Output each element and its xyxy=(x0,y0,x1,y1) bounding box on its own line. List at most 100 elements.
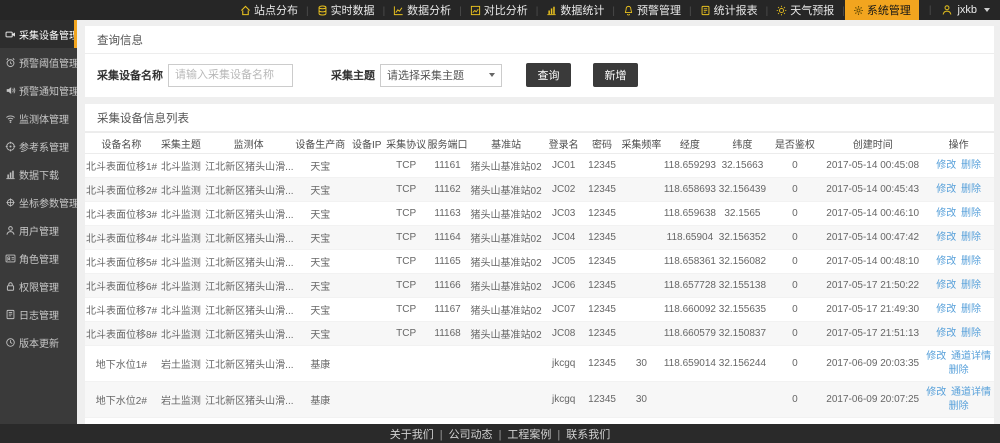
table-cell: JC01 xyxy=(543,154,583,178)
nav-item-realtime-data[interactable]: 实时数据 xyxy=(309,0,383,20)
table-cell: 北斗表面位移6# xyxy=(85,274,158,298)
table-cell: 猪头山基准站02 xyxy=(469,250,544,274)
table-cell xyxy=(348,178,386,202)
table-cell: JC06 xyxy=(543,274,583,298)
table-cell xyxy=(620,154,662,178)
edit-link[interactable]: 修改 xyxy=(926,351,946,362)
sidebar-item-user-management[interactable]: 用户管理 xyxy=(0,216,77,244)
table-cell: 11163 xyxy=(426,202,468,226)
table-cell xyxy=(663,382,718,418)
channel-detail-link[interactable]: 通道详情 xyxy=(951,351,991,362)
table-cell: 32.155138 xyxy=(717,274,768,298)
nav-item-statistic-report[interactable]: 统计报表 xyxy=(692,0,766,20)
footer-link-about-us[interactable]: 关于我们 xyxy=(390,426,449,442)
nav-item-weather-forecast[interactable]: 天气预报 xyxy=(768,0,842,20)
table-cell: 0 xyxy=(768,250,823,274)
table-cell: 2017-05-17 21:49:30 xyxy=(822,298,923,322)
column-header: 登录名 xyxy=(543,133,583,154)
delete-link[interactable]: 删除 xyxy=(961,232,981,243)
table-cell: 12345 xyxy=(584,202,620,226)
table-cell: JC08 xyxy=(543,322,583,346)
nav-item-site-distribution[interactable]: 站点分布 xyxy=(232,0,306,20)
footer-link-project-cases[interactable]: 工程案例 xyxy=(507,426,566,442)
user-icon xyxy=(941,4,953,16)
table-cell: 2017-05-14 00:45:08 xyxy=(822,154,923,178)
sidebar-item-data-download[interactable]: 数据下载 xyxy=(0,160,77,188)
sidebar-item-alarm-threshold-management[interactable]: 预警阈值管理 xyxy=(0,48,77,76)
sidebar-item-role-management[interactable]: 角色管理 xyxy=(0,244,77,272)
edit-link[interactable]: 修改 xyxy=(936,208,956,219)
nav-item-data-analysis[interactable]: 数据分析 xyxy=(385,0,459,20)
add-button[interactable]: 新增 xyxy=(593,63,638,87)
sidebar-item-coordinate-param-management[interactable]: 坐标参数管理 xyxy=(0,188,77,216)
table-cell: 0 xyxy=(768,154,823,178)
table-cell: 北斗表面位移5# xyxy=(85,250,158,274)
table-cell: 12345 xyxy=(584,346,620,382)
delete-link[interactable]: 删除 xyxy=(961,256,981,267)
delete-link[interactable]: 删除 xyxy=(961,280,981,291)
edit-link[interactable]: 修改 xyxy=(926,387,946,398)
column-header: 设备生产商 xyxy=(293,133,348,154)
column-header: 密码 xyxy=(584,133,620,154)
device-name-input[interactable] xyxy=(168,64,293,87)
compare-chart-icon xyxy=(470,5,481,16)
table-cell xyxy=(348,226,386,250)
table-cell: 2017-05-17 21:50:22 xyxy=(822,274,923,298)
footer-link-company-news[interactable]: 公司动态 xyxy=(449,426,508,442)
sidebar-item-alarm-notice-management[interactable]: 预警通知管理 xyxy=(0,76,77,104)
table-cell: TCP xyxy=(386,250,426,274)
user-menu[interactable]: jxkb xyxy=(919,0,994,20)
delete-link[interactable]: 删除 xyxy=(961,328,981,339)
table-cell xyxy=(386,382,426,418)
edit-link[interactable]: 修改 xyxy=(936,184,956,195)
table-cell xyxy=(620,226,662,250)
table-cell: 天宝 xyxy=(293,154,348,178)
table-cell: TCP xyxy=(386,298,426,322)
table-cell: 猪头山基准站02 xyxy=(469,178,544,202)
edit-link[interactable]: 修改 xyxy=(936,256,956,267)
database-icon xyxy=(317,5,328,16)
delete-link[interactable]: 删除 xyxy=(961,160,981,171)
table-cell: 北斗表面位移8# xyxy=(85,322,158,346)
sidebar-item-device-management[interactable]: 采集设备管理 xyxy=(0,20,77,48)
delete-link[interactable]: 删除 xyxy=(949,365,969,376)
edit-link[interactable]: 修改 xyxy=(936,232,956,243)
delete-link[interactable]: 删除 xyxy=(961,304,981,315)
channel-detail-link[interactable]: 通道详情 xyxy=(951,387,991,398)
table-cell xyxy=(348,322,386,346)
edit-link[interactable]: 修改 xyxy=(936,304,956,315)
actions-cell: 修改 删除 xyxy=(923,298,994,322)
table-cell: 0 xyxy=(768,226,823,250)
table-cell: 猪头山基准站02 xyxy=(469,154,544,178)
weather-icon xyxy=(776,5,787,16)
table-cell: JC07 xyxy=(543,298,583,322)
sidebar-item-log-management[interactable]: 日志管理 xyxy=(0,300,77,328)
nav-item-data-statistics[interactable]: 数据统计 xyxy=(538,0,612,20)
sidebar-item-version-update[interactable]: 版本更新 xyxy=(0,328,77,356)
table-cell: 12345 xyxy=(584,226,620,250)
query-button[interactable]: 查询 xyxy=(526,63,571,87)
table-cell: 32.15663 xyxy=(717,154,768,178)
delete-link[interactable]: 删除 xyxy=(949,401,969,412)
table-cell: 北斗表面位移7# xyxy=(85,298,158,322)
edit-link[interactable]: 修改 xyxy=(936,160,956,171)
table-cell xyxy=(348,274,386,298)
edit-link[interactable]: 修改 xyxy=(936,280,956,291)
table-cell: 江北新区猪头山滑... xyxy=(204,298,293,322)
sidebar-item-monitor-body-management[interactable]: 监测体管理 xyxy=(0,104,77,132)
nav-item-compare-analysis[interactable]: 对比分析 xyxy=(462,0,536,20)
nav-item-alarm-management[interactable]: 预警管理 xyxy=(615,0,689,20)
topic-select[interactable]: 请选择采集主题 xyxy=(380,64,502,87)
column-header: 采集协议 xyxy=(386,133,426,154)
edit-link[interactable]: 修改 xyxy=(936,328,956,339)
wifi-icon xyxy=(5,113,16,124)
coordinate-icon xyxy=(5,197,16,208)
sidebar-item-permission-management[interactable]: 权限管理 xyxy=(0,272,77,300)
table-cell: JC03 xyxy=(543,202,583,226)
delete-link[interactable]: 删除 xyxy=(961,184,981,195)
table-cell: 猪头山基准站02 xyxy=(469,202,544,226)
delete-link[interactable]: 删除 xyxy=(961,208,981,219)
footer-link-contact-us[interactable]: 联系我们 xyxy=(566,426,610,442)
sidebar-item-reference-system-management[interactable]: 参考系管理 xyxy=(0,132,77,160)
nav-item-system-management[interactable]: 系统管理 xyxy=(845,0,919,20)
